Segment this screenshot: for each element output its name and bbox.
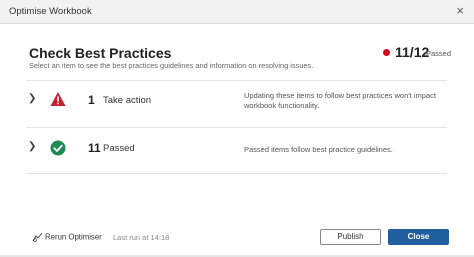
chevron-right-icon[interactable]: ❯: [28, 93, 36, 104]
results-list-passed: ❯ 11 Passed Passed items follow best pra…: [26, 127, 447, 174]
row-description: Updating these items to follow best prac…: [244, 91, 436, 110]
page-subtitle: Select an item to see the best practices…: [29, 61, 314, 70]
result-row-passed[interactable]: ❯ 11 Passed Passed items follow best pra…: [26, 127, 447, 174]
row-count: 11: [88, 141, 101, 155]
results-list: ❯ 1 Take action Updating these items to …: [26, 80, 447, 127]
warning-triangle-icon: [50, 92, 66, 106]
close-button[interactable]: Close: [388, 229, 449, 245]
window-title: Optimise Workbook: [9, 6, 92, 17]
row-description: Passed items follow best practice guidel…: [244, 145, 393, 154]
title-bar: Optimise Workbook ×: [0, 0, 474, 24]
rerun-optimiser-link[interactable]: Rerun Optimiser: [32, 232, 102, 242]
rerun-optimiser-label: Rerun Optimiser: [45, 232, 102, 242]
page-title: Check Best Practices: [29, 45, 172, 61]
result-row-take-action[interactable]: ❯ 1 Take action Updating these items to …: [26, 80, 447, 127]
score-label: Passed: [426, 49, 452, 58]
sparkle-icon: [32, 232, 43, 242]
row-count: 1: [88, 93, 95, 107]
row-label: Take action: [103, 95, 152, 106]
score-value: 11/12: [395, 44, 430, 60]
publish-button[interactable]: Publish: [320, 229, 381, 245]
check-circle-icon: [50, 140, 66, 156]
row-label: Passed: [103, 143, 135, 154]
chevron-right-icon[interactable]: ❯: [28, 141, 36, 152]
close-icon[interactable]: ×: [456, 4, 464, 18]
last-run-text: Last run at 14:18: [113, 233, 170, 242]
status-dot-icon: [383, 49, 390, 56]
